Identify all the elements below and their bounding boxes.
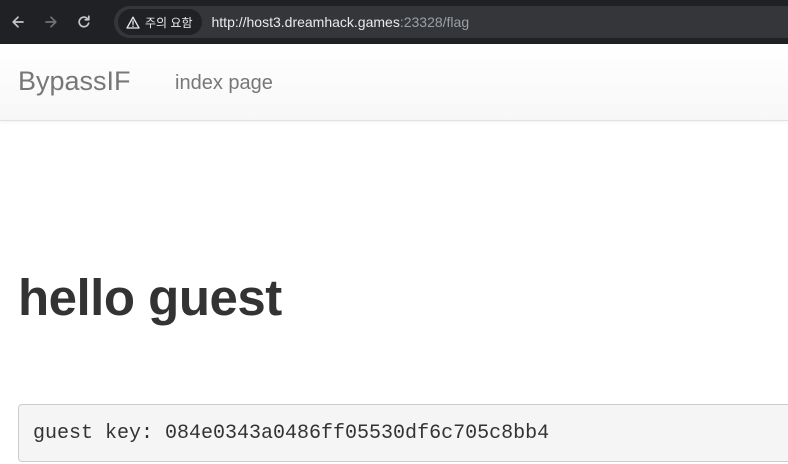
browser-toolbar: 주의 요함 http://host3.dreamhack.games:23328… bbox=[0, 0, 788, 44]
guest-key-box: guest key: 084e0343a0486ff05530df6c705c8… bbox=[18, 404, 788, 462]
reload-icon bbox=[76, 14, 92, 30]
brand-link[interactable]: BypassIF bbox=[18, 66, 131, 97]
index-page-link[interactable]: index page bbox=[175, 72, 273, 95]
security-chip[interactable]: 주의 요함 bbox=[118, 9, 202, 35]
forward-button[interactable] bbox=[36, 7, 66, 37]
url-path: :23328/flag bbox=[399, 14, 470, 30]
arrow-left-icon bbox=[10, 14, 26, 30]
address-bar[interactable]: 주의 요함 http://host3.dreamhack.games:23328… bbox=[114, 6, 788, 38]
page-title: hello guest bbox=[18, 269, 282, 326]
url-text[interactable]: http://host3.dreamhack.games:23328/flag bbox=[212, 14, 470, 30]
reload-button[interactable] bbox=[69, 7, 99, 37]
warning-icon bbox=[126, 16, 140, 29]
url-host: http://host3.dreamhack.games bbox=[211, 14, 400, 30]
security-label: 주의 요함 bbox=[145, 15, 193, 30]
back-button[interactable] bbox=[3, 7, 33, 37]
site-navbar: BypassIF index page bbox=[0, 44, 788, 121]
arrow-right-icon bbox=[43, 14, 59, 30]
